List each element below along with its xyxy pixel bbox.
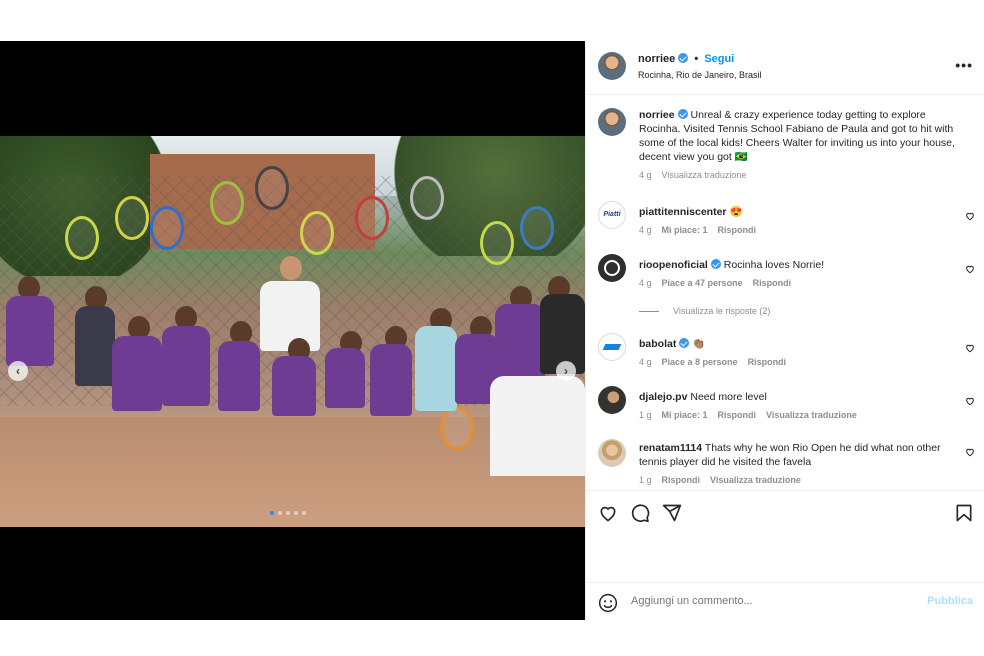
emoji-icon[interactable] — [598, 593, 618, 613]
separator-dot: • — [694, 53, 699, 65]
heart-icon[interactable] — [965, 447, 975, 457]
publish-button[interactable]: Pubblica — [927, 595, 973, 607]
verified-badge-icon — [679, 338, 690, 348]
comment-row: Piatti piattitenniscenter 😍 4 g Mi piace… — [586, 201, 984, 241]
carousel-dot — [302, 511, 306, 515]
heart-icon[interactable] — [965, 211, 975, 221]
translate-link[interactable]: Visualizza traduzione — [766, 410, 857, 420]
reply-button[interactable]: Rispondi — [718, 225, 757, 235]
comment-likes[interactable]: Mi piace: 1 — [662, 225, 708, 235]
comments-list[interactable]: norriee Unreal & crazy experience today … — [586, 96, 984, 490]
comment-username[interactable]: renatam1114 — [639, 442, 702, 454]
carousel-dot — [294, 511, 298, 515]
reply-button[interactable]: Rispondi — [748, 357, 787, 367]
comment-text: 😍 — [729, 206, 743, 218]
comment-text-block: rioopenoficial Rocinha loves Norrie! — [639, 258, 959, 272]
chevron-left-icon[interactable]: ‹ — [8, 361, 28, 381]
carousel-indicator — [270, 511, 306, 515]
post-modal: ‹ › norriee • Segui Rocinha, Rio de Jane… — [0, 41, 984, 620]
carousel-dot — [278, 511, 282, 515]
translate-link[interactable]: Visualizza traduzione — [710, 475, 801, 485]
caption-row: norriee Unreal & crazy experience today … — [586, 108, 984, 180]
post-media: ‹ › — [0, 41, 585, 620]
avatar[interactable] — [598, 439, 626, 467]
comment-likes[interactable]: Mi piace: 1 — [662, 410, 708, 420]
chevron-right-icon[interactable]: › — [556, 361, 576, 381]
comment-time[interactable]: 4 g — [639, 225, 652, 235]
heart-icon[interactable] — [965, 264, 975, 274]
comment-username[interactable]: piattitenniscenter — [639, 206, 727, 218]
comment-text: 👏🏽 — [692, 338, 706, 350]
follow-button[interactable]: Segui — [704, 53, 734, 65]
verified-badge-icon — [677, 109, 688, 119]
more-options-icon[interactable]: ••• — [955, 57, 973, 73]
author-username[interactable]: norriee — [638, 53, 675, 65]
comment-meta: 4 g Piace a 8 persone Rispondi — [639, 357, 786, 367]
post-actions-bar — [586, 490, 984, 582]
avatar[interactable] — [598, 386, 626, 414]
view-replies-label[interactable]: Visualizza le risposte (2) — [673, 306, 770, 316]
comment-meta: 1 g Mi piace: 1 Rispondi Visualizza trad… — [639, 410, 857, 420]
post-photo — [0, 136, 585, 527]
carousel-dot — [286, 511, 290, 515]
caption-username[interactable]: norriee — [639, 109, 675, 121]
comment-row: renatam1114 Thats why he won Rio Open he… — [586, 439, 984, 489]
heart-icon[interactable] — [965, 396, 975, 406]
heart-icon[interactable] — [598, 503, 618, 523]
comment-meta: 4 g Piace a 47 persone Rispondi — [639, 278, 791, 288]
caption-time[interactable]: 4 g — [639, 170, 652, 180]
reply-button[interactable]: Rispondi — [718, 410, 757, 420]
comment-username[interactable]: rioopenoficial — [639, 259, 708, 271]
divider — [639, 310, 659, 312]
avatar[interactable] — [598, 333, 626, 361]
comment-text-block: babolat 👏🏽 — [639, 337, 959, 351]
comment-icon[interactable] — [630, 503, 650, 523]
comment-text-block: djalejo.pv Need more level — [639, 390, 959, 404]
comment-time[interactable]: 4 g — [639, 278, 652, 288]
comment-meta: 1 g Rispondi Visualizza traduzione — [639, 475, 801, 485]
add-comment-bar: Pubblica — [586, 582, 984, 620]
post-location[interactable]: Rocinha, Rio de Janeiro, Brasil — [638, 70, 762, 80]
post-header: norriee • Segui Rocinha, Rio de Janeiro,… — [586, 41, 984, 95]
comment-row: rioopenoficial Rocinha loves Norrie! 4 g… — [586, 254, 984, 324]
comment-row: babolat 👏🏽 4 g Piace a 8 persone Rispond… — [586, 333, 984, 373]
comment-text-block: renatam1114 Thats why he won Rio Open he… — [639, 441, 959, 469]
comment-likes[interactable]: Piace a 8 persone — [662, 357, 738, 367]
share-icon[interactable] — [662, 503, 682, 523]
avatar[interactable] — [598, 52, 626, 80]
comment-meta: 4 g Mi piace: 1 Rispondi — [639, 225, 756, 235]
comment-row: djalejo.pv Need more level 1 g Mi piace:… — [586, 386, 984, 426]
verified-badge-icon — [710, 259, 721, 269]
bookmark-icon[interactable] — [954, 503, 974, 523]
verified-badge-icon — [678, 53, 689, 63]
carousel-dot — [270, 511, 274, 515]
comment-input[interactable] — [631, 595, 891, 607]
comment-text: Need more level — [690, 391, 767, 403]
comment-text: Rocinha loves Norrie! — [723, 259, 825, 271]
avatar[interactable] — [598, 254, 626, 282]
comment-time[interactable]: 1 g — [639, 475, 652, 485]
comment-time[interactable]: 4 g — [639, 357, 652, 367]
post-side-panel: norriee • Segui Rocinha, Rio de Janeiro,… — [585, 41, 984, 620]
header-user-line: norriee • Segui — [638, 53, 734, 65]
view-replies-button[interactable]: Visualizza le risposte (2) — [639, 306, 770, 316]
comment-time[interactable]: 1 g — [639, 410, 652, 420]
comment-username[interactable]: babolat — [639, 338, 676, 350]
avatar[interactable] — [598, 108, 626, 136]
translate-link[interactable]: Visualizza traduzione — [662, 170, 747, 180]
heart-icon[interactable] — [965, 343, 975, 353]
reply-button[interactable]: Rispondi — [753, 278, 792, 288]
caption-text-block: norriee Unreal & crazy experience today … — [639, 108, 959, 164]
comment-username[interactable]: djalejo.pv — [639, 391, 687, 403]
reply-button[interactable]: Rispondi — [662, 475, 701, 485]
comment-text-block: piattitenniscenter 😍 — [639, 205, 959, 219]
caption-meta: 4 g Visualizza traduzione — [639, 170, 746, 180]
avatar[interactable]: Piatti — [598, 201, 626, 229]
comment-likes[interactable]: Piace a 47 persone — [662, 278, 743, 288]
